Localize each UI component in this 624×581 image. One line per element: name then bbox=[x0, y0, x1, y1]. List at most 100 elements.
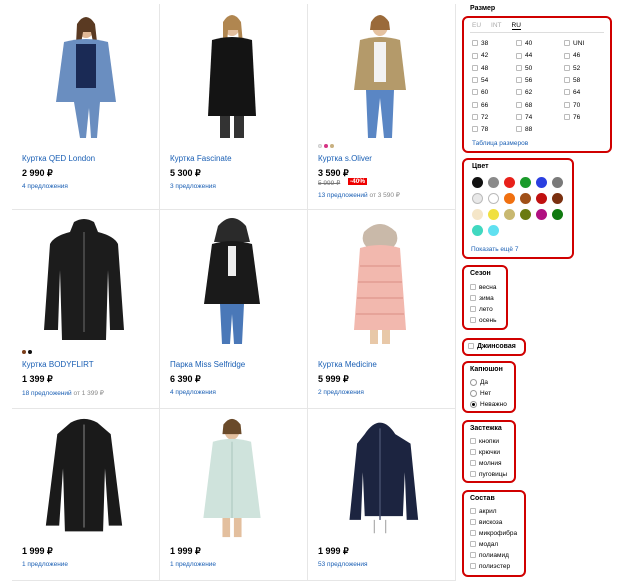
color-swatch[interactable] bbox=[324, 144, 328, 148]
tab-int[interactable]: INT bbox=[491, 22, 501, 30]
checkbox[interactable] bbox=[470, 519, 476, 526]
product-offers-link[interactable]: 1 предложение bbox=[170, 561, 216, 568]
checkbox[interactable] bbox=[470, 508, 476, 515]
checkbox[interactable] bbox=[516, 114, 522, 121]
size-option[interactable]: 68 bbox=[516, 102, 532, 110]
color-swatch[interactable] bbox=[472, 193, 483, 204]
product-title[interactable]: Куртка Medicine bbox=[318, 360, 377, 369]
product-image[interactable] bbox=[34, 216, 134, 346]
color-swatch[interactable] bbox=[472, 209, 483, 220]
product-offers-link[interactable]: 3 предложения bbox=[170, 183, 216, 190]
color-swatch[interactable] bbox=[536, 177, 547, 188]
checkbox[interactable] bbox=[470, 306, 476, 313]
size-option[interactable]: 64 bbox=[564, 89, 580, 97]
size-option[interactable]: 48 bbox=[472, 65, 488, 73]
checkbox[interactable] bbox=[472, 64, 478, 71]
color-swatch[interactable] bbox=[472, 177, 483, 188]
offers-count[interactable]: 18 предложений bbox=[22, 390, 72, 397]
checkbox[interactable] bbox=[472, 114, 478, 121]
composition-option[interactable]: полиэстер bbox=[470, 563, 510, 571]
checkbox[interactable] bbox=[472, 126, 478, 133]
size-chart-link[interactable]: Таблица размеров bbox=[472, 140, 528, 147]
checkbox[interactable] bbox=[564, 52, 570, 59]
product-offers-link[interactable]: 4 предложения bbox=[170, 389, 216, 396]
checkbox[interactable] bbox=[564, 40, 570, 47]
hood-option[interactable]: Нет bbox=[470, 390, 491, 398]
offers-count[interactable]: 4 предложения bbox=[170, 389, 216, 396]
size-option[interactable]: 56 bbox=[516, 77, 532, 85]
size-option[interactable]: 44 bbox=[516, 52, 532, 60]
size-option[interactable]: 58 bbox=[564, 77, 580, 85]
radio[interactable] bbox=[470, 379, 477, 386]
product-image[interactable] bbox=[330, 415, 430, 539]
color-swatch[interactable] bbox=[488, 193, 499, 204]
season-option[interactable]: весна bbox=[470, 284, 496, 292]
product-offers-link[interactable]: 2 предложения bbox=[318, 389, 364, 396]
radio-selected[interactable] bbox=[470, 401, 477, 408]
tab-eu[interactable]: EU bbox=[472, 22, 481, 30]
season-option[interactable]: зима bbox=[470, 295, 494, 303]
checkbox[interactable] bbox=[516, 77, 522, 84]
offers-count[interactable]: 4 предложения bbox=[22, 183, 68, 190]
season-option[interactable]: осень bbox=[470, 317, 496, 325]
color-swatch[interactable] bbox=[488, 225, 499, 236]
color-swatch[interactable] bbox=[552, 209, 563, 220]
size-option[interactable]: 66 bbox=[472, 102, 488, 110]
checkbox[interactable] bbox=[472, 101, 478, 108]
fastener-option[interactable]: кнопки bbox=[470, 438, 499, 446]
color-swatch[interactable] bbox=[488, 177, 499, 188]
checkbox[interactable] bbox=[470, 295, 476, 302]
checkbox[interactable] bbox=[470, 471, 476, 478]
checkbox[interactable] bbox=[516, 64, 522, 71]
checkbox[interactable] bbox=[470, 449, 476, 456]
checkbox[interactable] bbox=[470, 563, 476, 570]
show-more-colors-link[interactable]: Показать ещё 7 bbox=[471, 246, 518, 253]
checkbox[interactable] bbox=[470, 317, 476, 324]
size-option[interactable]: 78 bbox=[472, 126, 488, 134]
checkbox[interactable] bbox=[472, 89, 478, 96]
checkbox[interactable] bbox=[472, 40, 478, 47]
color-swatch[interactable] bbox=[22, 350, 26, 354]
composition-option[interactable]: микрофибра bbox=[470, 530, 517, 538]
product-image[interactable] bbox=[330, 216, 430, 346]
product-offers-link[interactable]: 1 предложение bbox=[22, 561, 68, 568]
size-option[interactable]: 72 bbox=[472, 114, 488, 122]
checkbox[interactable] bbox=[564, 64, 570, 71]
product-title[interactable]: Куртка s.Oliver bbox=[318, 154, 372, 163]
denim-option[interactable]: Джинсовая bbox=[468, 343, 516, 351]
size-option[interactable]: 42 bbox=[472, 52, 488, 60]
size-option[interactable]: 60 bbox=[472, 89, 488, 97]
product-card[interactable]: 1 999 ₽ 53 предложения bbox=[308, 409, 455, 577]
checkbox[interactable] bbox=[564, 101, 570, 108]
size-option[interactable]: 74 bbox=[516, 114, 532, 122]
color-swatches[interactable] bbox=[318, 144, 334, 148]
product-card[interactable]: Куртка Medicine 5 999 ₽ 2 предложения bbox=[308, 210, 455, 404]
size-option[interactable]: 50 bbox=[516, 65, 532, 73]
composition-option[interactable]: полиамид bbox=[470, 552, 509, 560]
fastener-option[interactable]: крючки bbox=[470, 449, 500, 457]
radio[interactable] bbox=[470, 390, 477, 397]
checkbox[interactable] bbox=[516, 40, 522, 47]
color-swatch[interactable] bbox=[504, 193, 515, 204]
denim-filter[interactable]: Джинсовая bbox=[462, 338, 526, 356]
product-title[interactable]: Куртка QED London bbox=[22, 154, 95, 163]
product-image[interactable] bbox=[34, 10, 134, 140]
size-option[interactable]: 54 bbox=[472, 77, 488, 85]
color-swatch[interactable] bbox=[536, 209, 547, 220]
product-title[interactable]: Парка Miss Selfridge bbox=[170, 360, 245, 369]
product-image[interactable] bbox=[182, 415, 282, 539]
product-card[interactable]: Куртка Fascinate 5 300 ₽ 3 предложения bbox=[160, 4, 307, 204]
size-option[interactable]: 40 bbox=[516, 40, 532, 48]
checkbox[interactable] bbox=[468, 343, 474, 350]
product-offers-link[interactable]: 53 предложения bbox=[318, 561, 368, 568]
color-swatch[interactable] bbox=[520, 209, 531, 220]
offers-count[interactable]: 3 предложения bbox=[170, 183, 216, 190]
checkbox[interactable] bbox=[470, 530, 476, 537]
season-option[interactable]: лето bbox=[470, 306, 493, 314]
product-card[interactable]: Парка Miss Selfridge 6 390 ₽ 4 предложен… bbox=[160, 210, 307, 404]
product-card[interactable]: Куртка QED London 2 990 ₽ 4 предложения bbox=[12, 4, 159, 204]
offers-count[interactable]: 2 предложения bbox=[318, 389, 364, 396]
color-swatch[interactable] bbox=[28, 350, 32, 354]
product-offers-link[interactable]: 4 предложения bbox=[22, 183, 68, 190]
product-image[interactable] bbox=[182, 10, 282, 140]
